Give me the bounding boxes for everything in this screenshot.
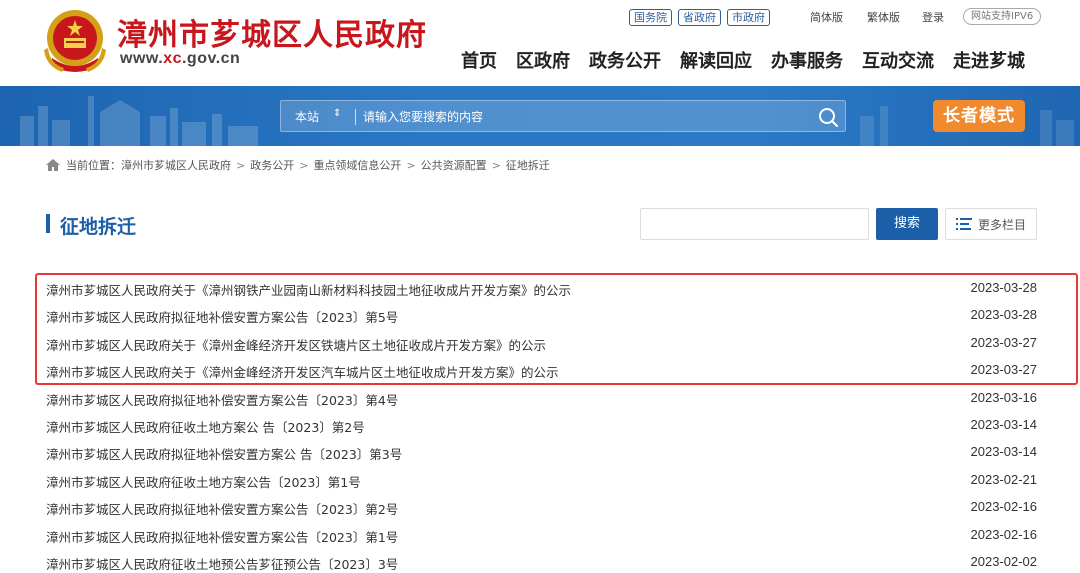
article-title-link[interactable]: 漳州市芗城区人民政府征收土地预公告芗征预公告〔2023〕3号 — [46, 554, 398, 573]
breadcrumb-label: 当前位置： — [66, 159, 121, 172]
breadcrumb-item-home[interactable]: 漳州市芗城区人民政府 — [121, 157, 231, 173]
list-item[interactable]: 漳州市芗城区人民政府关于《漳州金峰经济开发区铁塘片区土地征收成片开发方案》的公示… — [46, 329, 1037, 356]
article-date: 2023-02-21 — [970, 471, 1038, 487]
nav-home[interactable]: 首页 — [461, 47, 497, 73]
list-item[interactable]: 漳州市芗城区人民政府关于《漳州金峰经济开发区汽车城片区土地征收成片开发方案》的公… — [46, 356, 1037, 383]
nav-about[interactable]: 走进芗城 — [953, 47, 1025, 73]
list-item[interactable]: 漳州市芗城区人民政府拟征地补偿安置方案公 告〔2023〕第3号 2023-03-1… — [46, 438, 1037, 465]
link-city-gov[interactable]: 市政府 — [727, 9, 770, 26]
article-date: 2023-03-28 — [970, 307, 1038, 323]
nav-district-gov[interactable]: 区政府 — [516, 47, 570, 73]
traditional-link[interactable]: 繁体版 — [867, 9, 900, 25]
search-banner: 本站 ⇕ — [0, 86, 1080, 146]
list-item[interactable]: 漳州市芗城区人民政府关于《漳州钢铁产业园南山新材料科技园土地征收成片开发方案》的… — [46, 274, 1037, 301]
article-date: 2023-03-28 — [970, 280, 1038, 295]
page-title: 征地拆迁 — [60, 216, 137, 238]
article-date: 2023-02-02 — [970, 553, 1038, 569]
breadcrumb-separator: > — [299, 158, 309, 172]
site-title: 漳州市芗城区人民政府 — [117, 18, 427, 53]
login-link[interactable]: 登录 — [922, 9, 944, 25]
search-icon[interactable] — [817, 106, 839, 128]
top-links: 国务院 省政府 市政府 — [629, 9, 770, 26]
article-title-link[interactable]: 漳州市芗城区人民政府关于《漳州金峰经济开发区铁塘片区土地征收成片开发方案》的公示 — [46, 335, 546, 354]
article-date: 2023-03-27 — [970, 362, 1038, 378]
site-url: www.xc.gov.cn — [120, 50, 240, 68]
article-date: 2023-03-27 — [970, 334, 1038, 350]
site-search-box: 本站 ⇕ — [280, 100, 846, 132]
article-date: 2023-03-14 — [970, 444, 1038, 460]
article-title-link[interactable]: 漳州市芗城区人民政府关于《漳州金峰经济开发区汽车城片区土地征收成片开发方案》的公… — [46, 362, 559, 381]
national-emblem-icon — [44, 10, 106, 72]
list-item[interactable]: 漳州市芗城区人民政府拟征地补偿安置方案公告〔2023〕第4号 2023-03-16 — [46, 384, 1037, 411]
article-title-link[interactable]: 漳州市芗城区人民政府征收土地方案公告〔2023〕第1号 — [46, 472, 361, 491]
simplified-link[interactable]: 简体版 — [810, 9, 843, 25]
article-date: 2023-02-16 — [970, 526, 1038, 542]
article-title-link[interactable]: 漳州市芗城区人民政府拟征地补偿安置方案公告〔2023〕第4号 — [46, 390, 398, 409]
breadcrumb-item-public-resources[interactable]: 公共资源配置 — [421, 157, 487, 173]
list-icon — [956, 218, 972, 230]
breadcrumb: 当前位置： 漳州市芗城区人民政府 > 政务公开 > 重点领域信息公开 > 公共资… — [46, 157, 550, 173]
elder-mode-button[interactable]: 长者模式 — [933, 100, 1025, 132]
link-provincial-gov[interactable]: 省政府 — [678, 9, 721, 26]
list-item[interactable]: 漳州市芗城区人民政府征收土地方案公告〔2023〕第1号 2023-02-21 — [46, 466, 1037, 493]
nav-interpretation[interactable]: 解读回应 — [680, 47, 752, 73]
article-title-link[interactable]: 漳州市芗城区人民政府拟征地补偿安置方案公告〔2023〕第5号 — [46, 307, 398, 326]
article-title-link[interactable]: 漳州市芗城区人民政府拟征地补偿安置方案公 告〔2023〕第3号 — [46, 444, 402, 463]
article-title-link[interactable]: 漳州市芗城区人民政府拟征地补偿安置方案公告〔2023〕第1号 — [46, 527, 398, 546]
site-header: 漳州市芗城区人民政府 www.xc.gov.cn 国务院 省政府 市政府 简体版… — [0, 0, 1080, 86]
list-item[interactable]: 漳州市芗城区人民政府征收土地方案公 告〔2023〕第2号 2023-03-14 — [46, 411, 1037, 438]
nav-services[interactable]: 办事服务 — [771, 47, 843, 73]
section-accent-bar — [46, 214, 50, 233]
chevron-updown-icon[interactable]: ⇕ — [333, 108, 341, 119]
column-search-input[interactable] — [640, 208, 869, 240]
breadcrumb-item-current[interactable]: 征地拆迁 — [506, 157, 550, 173]
article-list: 漳州市芗城区人民政府关于《漳州钢铁产业园南山新材料科技园土地征收成片开发方案》的… — [46, 274, 1037, 573]
column-search-button[interactable]: 搜索 — [876, 208, 938, 240]
article-title-link[interactable]: 漳州市芗城区人民政府拟征地补偿安置方案公告〔2023〕第2号 — [46, 499, 398, 518]
article-title-link[interactable]: 漳州市芗城区人民政府征收土地方案公 告〔2023〕第2号 — [46, 417, 365, 436]
list-item[interactable]: 漳州市芗城区人民政府拟征地补偿安置方案公告〔2023〕第2号 2023-02-16 — [46, 493, 1037, 520]
main-nav: 首页 区政府 政务公开 解读回应 办事服务 互动交流 走进芗城 — [461, 47, 1025, 73]
list-item[interactable]: 漳州市芗城区人民政府征收土地预公告芗征预公告〔2023〕3号 2023-02-02 — [46, 548, 1037, 573]
more-columns-button[interactable]: 更多栏目 — [945, 208, 1037, 240]
ipv6-badge: 网站支持IPV6 — [963, 8, 1042, 25]
article-title-link[interactable]: 漳州市芗城区人民政府关于《漳州钢铁产业园南山新材料科技园土地征收成片开发方案》的… — [46, 280, 571, 299]
url-suffix: .gov.cn — [181, 50, 241, 67]
search-divider — [355, 109, 356, 125]
nav-interaction[interactable]: 互动交流 — [862, 47, 934, 73]
article-date: 2023-03-16 — [970, 389, 1038, 405]
url-highlight: xc — [163, 50, 182, 67]
breadcrumb-separator: > — [491, 158, 501, 172]
breadcrumb-separator: > — [406, 158, 416, 172]
breadcrumb-separator: > — [236, 158, 246, 172]
list-item[interactable]: 漳州市芗城区人民政府拟征地补偿安置方案公告〔2023〕第1号 2023-02-16 — [46, 521, 1037, 548]
breadcrumb-item-gov-affairs[interactable]: 政务公开 — [250, 157, 294, 173]
site-search-input[interactable] — [363, 106, 803, 128]
article-date: 2023-02-16 — [970, 499, 1038, 515]
more-columns-label: 更多栏目 — [978, 217, 1027, 232]
home-icon — [46, 159, 60, 171]
link-state-council[interactable]: 国务院 — [629, 9, 672, 26]
nav-gov-affairs[interactable]: 政务公开 — [589, 47, 661, 73]
article-date: 2023-03-14 — [970, 416, 1038, 432]
breadcrumb-item-key-areas[interactable]: 重点领域信息公开 — [313, 157, 401, 173]
url-prefix: www. — [120, 50, 164, 67]
search-scope-select[interactable]: 本站 — [295, 108, 319, 125]
list-item[interactable]: 漳州市芗城区人民政府拟征地补偿安置方案公告〔2023〕第5号 2023-03-28 — [46, 301, 1037, 328]
